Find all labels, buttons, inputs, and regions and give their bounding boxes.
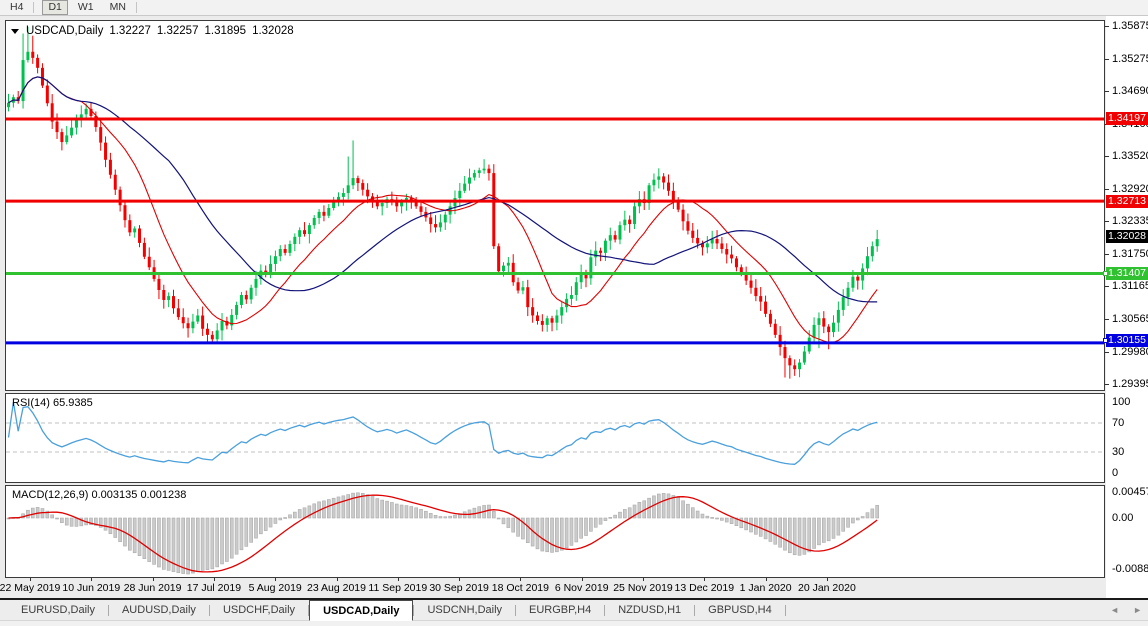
status-strip — [0, 621, 1148, 626]
date-axis-tick — [582, 578, 583, 581]
price-axis-tick — [1105, 352, 1109, 353]
chart-tab-eurusd[interactable]: EURUSD,Daily — [8, 600, 108, 620]
price-axis-label: 1.35275 — [1112, 53, 1148, 65]
date-axis-tick — [643, 578, 644, 581]
date-axis-tick — [30, 578, 31, 581]
price-axis-tick — [1105, 91, 1109, 92]
date-axis-label: 5 Aug 2019 — [240, 582, 310, 594]
price-axis-tick — [1105, 26, 1109, 27]
price-axis-tick — [1105, 286, 1109, 287]
price-axis-label: 1.30565 — [1112, 313, 1148, 325]
date-axis-label: 20 Jan 2020 — [792, 582, 862, 594]
price-axis-tick — [1105, 319, 1109, 320]
price-axis-label: 1.29395 — [1112, 378, 1148, 390]
macd-signal-value: 0.001238 — [140, 489, 186, 501]
price-badge-1.32713: 1.32713 — [1106, 195, 1148, 208]
quote-low: 1.31895 — [204, 25, 246, 37]
macd-scale-label: 0.004572 — [1112, 486, 1148, 498]
rsi-scale-label: 30 — [1112, 446, 1124, 458]
date-axis-tick — [398, 578, 399, 581]
price-chart-panel[interactable] — [5, 20, 1105, 391]
price-badge-1.31407[interactable]: 1.31407 — [1106, 267, 1148, 280]
toolbar-separator — [33, 2, 34, 13]
price-axis-label: 1.31750 — [1112, 248, 1148, 260]
timeframe-button-d1[interactable]: D1 — [42, 0, 67, 15]
chart-tab-usdcad[interactable]: USDCAD,Daily — [309, 600, 413, 621]
toolbar-separator — [136, 2, 137, 13]
chart-tab-eurgbp[interactable]: EURGBP,H4 — [516, 600, 604, 620]
chart-title: USDCAD,Daily 1.32227 1.32257 1.31895 1.3… — [11, 25, 294, 37]
date-axis-label: 10 Jun 2019 — [56, 582, 126, 594]
date-axis-tick — [766, 578, 767, 581]
price-badge-1.34197: 1.34197 — [1106, 112, 1148, 125]
quote-open: 1.32227 — [109, 25, 151, 37]
date-axis-tick — [704, 578, 705, 581]
chart-tab-gbpusd[interactable]: GBPUSD,H4 — [695, 600, 785, 620]
chart-tab-usdchf[interactable]: USDCHF,Daily — [210, 600, 308, 620]
price-axis-tick — [1105, 59, 1109, 60]
date-axis-tick — [275, 578, 276, 581]
price-axis-tick — [1105, 254, 1109, 255]
rsi-label: RSI(14) 65.9385 — [12, 397, 93, 409]
price-axis-label: 1.29980 — [1112, 346, 1148, 358]
price-axis-label: 1.35875 — [1112, 20, 1148, 32]
chart-symbol-label: USDCAD,Daily — [26, 25, 103, 37]
chart-tab-usdcnh[interactable]: USDCNH,Daily — [414, 600, 515, 620]
price-axis-tick — [1105, 156, 1109, 157]
macd-scale-label: -0.008893 — [1112, 563, 1148, 575]
date-axis-tick — [459, 578, 460, 581]
chart-caret-icon[interactable] — [11, 29, 19, 34]
date-axis-label: 1 Jan 2020 — [731, 582, 801, 594]
chart-tabs-bar: EURUSD,DailyAUDUSD,DailyUSDCHF,DailyUSDC… — [0, 600, 1148, 621]
quote-high: 1.32257 — [157, 25, 199, 37]
price-axis-label: 1.32920 — [1112, 183, 1148, 195]
price-axis-label: 1.31165 — [1112, 280, 1148, 292]
date-axis-tick — [520, 578, 521, 581]
tabs-scroll-left-icon[interactable]: ◄ — [1110, 601, 1119, 619]
date-axis-label: 25 Nov 2019 — [608, 582, 678, 594]
timeframe-button-h4[interactable]: H4 — [4, 0, 29, 15]
timeframe-toolbar: H4 D1 W1 MN — [0, 0, 1148, 16]
tabs-scroll-right-icon[interactable]: ► — [1133, 601, 1142, 619]
date-axis-tick — [827, 578, 828, 581]
level-drag-handle[interactable] — [1103, 338, 1108, 343]
rsi-value: 65.9385 — [53, 397, 93, 409]
date-axis-tick — [91, 578, 92, 581]
price-axis-tick — [1105, 189, 1109, 190]
date-axis-label: 11 Sep 2019 — [363, 582, 433, 594]
date-axis-label: 13 Dec 2019 — [669, 582, 739, 594]
date-axis-label: 28 Jun 2019 — [118, 582, 188, 594]
price-badge-1.32028: 1.32028 — [1106, 230, 1148, 243]
rsi-scale-label: 70 — [1112, 417, 1124, 429]
chart-tab-audusd[interactable]: AUDUSD,Daily — [109, 600, 209, 620]
price-badge-1.30155[interactable]: 1.30155 — [1106, 334, 1148, 347]
date-axis-label: 6 Nov 2019 — [547, 582, 617, 594]
price-axis-label: 1.34690 — [1112, 85, 1148, 97]
price-axis-label: 1.32335 — [1112, 215, 1148, 227]
quote-close: 1.32028 — [252, 25, 294, 37]
date-axis-tick — [214, 578, 215, 581]
rsi-scale-label: 100 — [1112, 396, 1130, 408]
macd-label: MACD(12,26,9) 0.003135 0.001238 — [12, 489, 186, 501]
rsi-scale-label: 0 — [1112, 467, 1118, 479]
timeframe-button-mn[interactable]: MN — [104, 0, 132, 15]
price-axis-label: 1.33520 — [1112, 150, 1148, 162]
date-axis-tick — [153, 578, 154, 581]
chart-tab-nzdusd[interactable]: NZDUSD,H1 — [605, 600, 694, 620]
price-axis-tick — [1105, 221, 1109, 222]
date-axis-label: 22 May 2019 — [0, 582, 65, 594]
macd-scale-label: 0.00 — [1112, 512, 1133, 524]
date-axis-tick — [337, 578, 338, 581]
timeframe-button-w1[interactable]: W1 — [72, 0, 100, 15]
tab-separator — [785, 605, 786, 616]
date-axis-label: 23 Aug 2019 — [302, 582, 372, 594]
date-axis-label: 17 Jul 2019 — [179, 582, 249, 594]
price-axis-tick — [1105, 384, 1109, 385]
date-axis-label: 18 Oct 2019 — [485, 582, 555, 594]
rsi-indicator-panel[interactable] — [5, 393, 1105, 483]
date-axis-label: 30 Sep 2019 — [424, 582, 494, 594]
level-drag-handle[interactable] — [1103, 271, 1108, 276]
macd-main-value: 0.003135 — [91, 489, 137, 501]
price-axis-column — [1106, 16, 1148, 598]
